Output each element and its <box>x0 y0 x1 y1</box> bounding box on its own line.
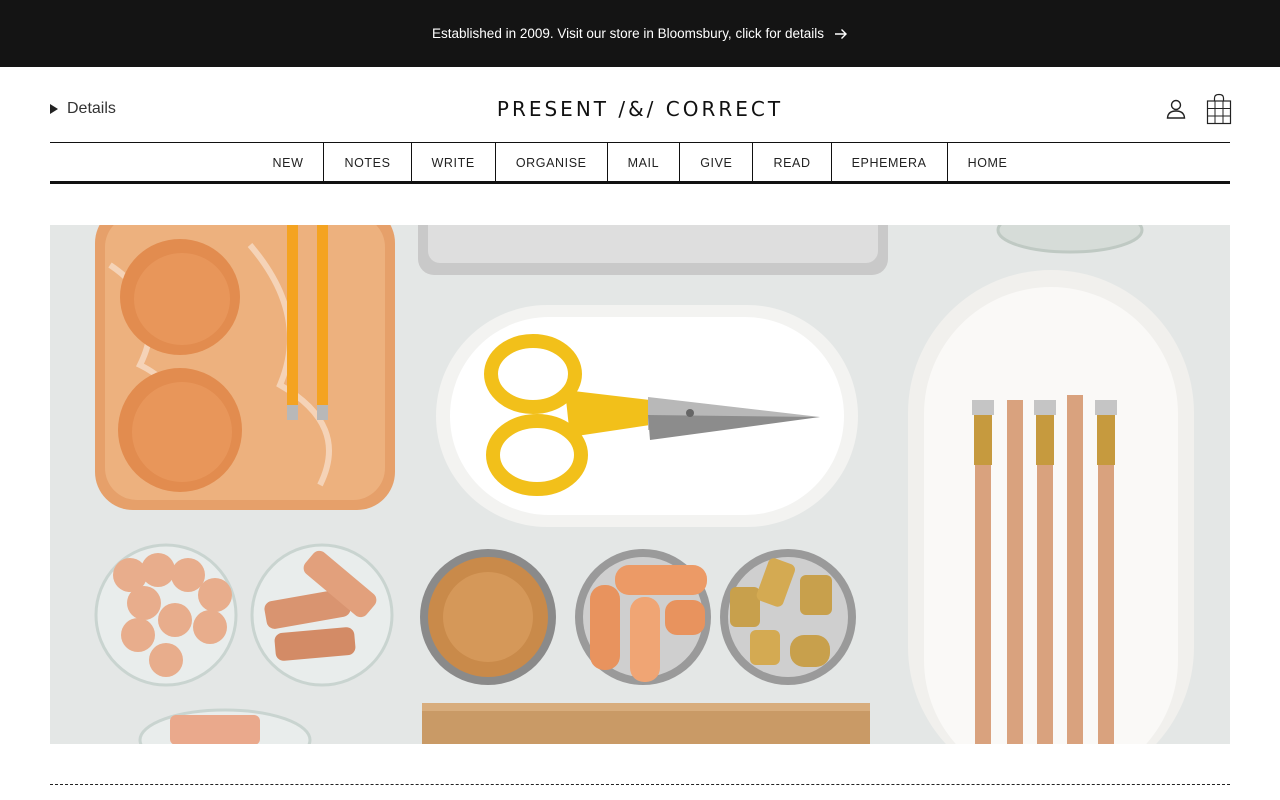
eraser-tin <box>575 549 711 685</box>
site-header: Details PRESENT /&/ CORRECT <box>0 67 1280 142</box>
scissors-tray <box>436 305 858 527</box>
hero-image[interactable] <box>50 225 1230 744</box>
sharpener-tin <box>720 549 856 685</box>
nav-item-mail[interactable]: MAIL <box>606 143 680 182</box>
marbled-desk-tray <box>95 225 395 510</box>
shopping-bag-icon[interactable] <box>1206 93 1232 125</box>
nav-item-ephemera[interactable]: EPHEMERA <box>830 143 947 182</box>
nav-item-notes[interactable]: NOTES <box>323 143 410 182</box>
site-logo[interactable]: PRESENT /&/ CORRECT <box>0 97 1280 121</box>
main-navigation: NEW NOTES WRITE ORGANISE MAIL GIVE READ … <box>50 142 1230 184</box>
silver-tray <box>418 225 888 275</box>
account-icon[interactable] <box>1164 97 1188 121</box>
bead-dish <box>94 543 238 687</box>
nav-item-write[interactable]: WRITE <box>410 143 495 182</box>
nav-item-new[interactable]: NEW <box>253 143 324 182</box>
announcement-bar[interactable]: Established in 2009. Visit our store in … <box>0 0 1280 67</box>
pencil-tray <box>908 270 1194 744</box>
nav-item-home[interactable]: HOME <box>946 143 1028 182</box>
section-divider <box>50 784 1230 785</box>
plaster-dish <box>250 543 394 687</box>
nav-item-give[interactable]: GIVE <box>679 143 752 182</box>
cupcake-case-tin <box>420 549 556 685</box>
announcement-text: Established in 2009. Visit our store in … <box>432 26 824 41</box>
nav-item-organise[interactable]: ORGANISE <box>494 143 607 182</box>
arrow-right-icon <box>834 28 848 40</box>
nav-item-read[interactable]: READ <box>752 143 830 182</box>
